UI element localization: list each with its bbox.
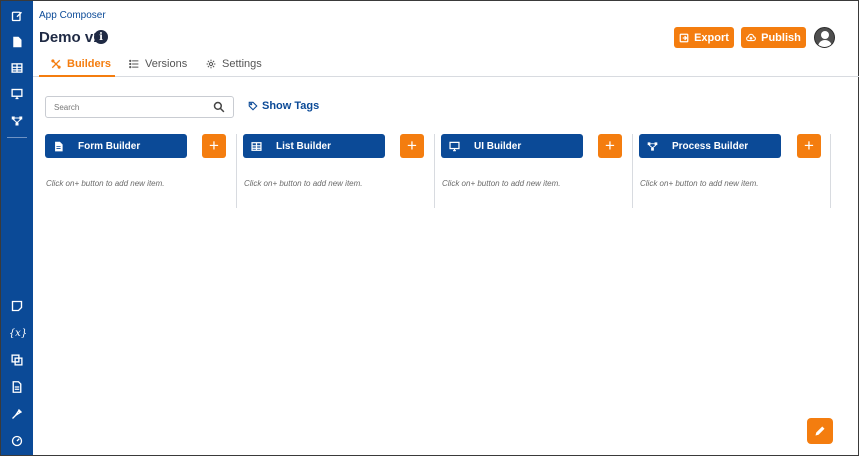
variables-label: {x} [8,327,28,339]
form-icon [55,141,63,151]
show-tags-label: Show Tags [262,100,320,112]
export-icon [679,33,689,42]
note-icon[interactable] [10,299,24,313]
list-icon [129,59,139,69]
cloud-upload-icon [746,33,757,41]
empty-hint: Click on+ button to add new item. [244,179,363,188]
table-icon [251,141,262,151]
add-process-button[interactable]: + [797,134,821,158]
dashboard-icon[interactable] [10,434,24,448]
list-builder-header[interactable]: List Builder [243,134,385,158]
tab-versions[interactable]: Versions [129,58,187,77]
process-builder-header[interactable]: Process Builder [639,134,781,158]
edit-fab-button[interactable] [807,418,833,444]
column-title: List Builder [276,140,332,152]
monitor-icon [449,141,460,151]
form-icon[interactable] [10,35,24,49]
add-form-button[interactable]: + [202,134,226,158]
avatar[interactable] [814,27,835,48]
ui-builder-header[interactable]: UI Builder [441,134,583,158]
plugin-icon[interactable] [10,407,24,421]
column-title: Process Builder [672,140,749,152]
column-divider [830,134,831,208]
publish-button[interactable]: Publish [741,27,806,48]
table-icon[interactable] [10,61,24,75]
add-list-button[interactable]: + [400,134,424,158]
process-icon[interactable] [10,114,24,128]
search-input[interactable] [54,101,204,114]
sidebar: {x} [1,1,33,455]
tab-versions-label: Versions [145,58,188,70]
tab-settings-label: Settings [222,58,262,70]
tag-icon [248,101,258,111]
edit-icon[interactable] [10,9,24,23]
page-title: Demo v1 [39,29,102,46]
add-ui-button[interactable]: + [598,134,622,158]
layers-icon[interactable] [10,353,24,367]
empty-hint: Click on+ button to add new item. [46,179,165,188]
process-icon [647,141,658,151]
empty-hint: Click on+ button to add new item. [640,179,759,188]
export-button[interactable]: Export [674,27,734,48]
pencil-icon [815,426,825,436]
column-divider [434,134,435,208]
tab-builders[interactable]: Builders [39,58,115,77]
document-icon[interactable] [10,380,24,394]
sidebar-divider [7,137,27,138]
empty-hint: Click on+ button to add new item. [442,179,561,188]
export-label: Export [694,31,729,44]
tab-builders-label: Builders [67,58,112,70]
publish-label: Publish [761,31,801,44]
app-name: App Composer [39,10,106,21]
search-icon[interactable] [213,101,225,113]
variables-icon[interactable]: {x} [7,326,29,340]
column-title: Form Builder [78,140,141,152]
form-builder-header[interactable]: Form Builder [45,134,187,158]
gear-icon [206,59,216,69]
builders-icon [51,59,61,69]
info-icon[interactable]: i [94,30,108,44]
column-divider [236,134,237,208]
tab-settings[interactable]: Settings [206,58,262,77]
column-title: UI Builder [474,140,522,152]
show-tags-button[interactable]: Show Tags [248,100,319,112]
tab-bar: Builders Versions Settings [33,53,859,77]
search-box [45,96,234,118]
monitor-icon[interactable] [10,87,24,101]
column-divider [632,134,633,208]
